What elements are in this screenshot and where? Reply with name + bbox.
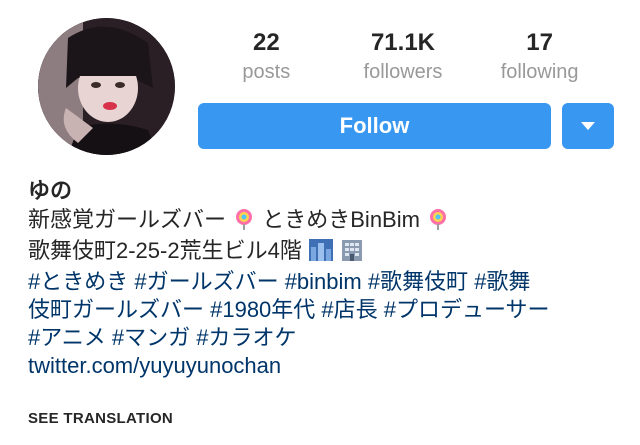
posts-count: 22 [252, 29, 280, 56]
bio-line-2: 歌舞伎町2-25-2荒生ビル4階 [28, 237, 628, 268]
following-label: following [500, 61, 579, 83]
hashtag-line[interactable]: 伎町ガールズバー #1980年代 #店長 #プロデューサー [28, 296, 628, 324]
bio-website-link[interactable]: twitter.com/yuyuyunochan [28, 352, 628, 380]
cityscape-icon [308, 239, 333, 268]
posts-stat[interactable]: 22 posts [206, 28, 326, 84]
caret-down-icon [581, 122, 595, 130]
profile-name: ゆの [28, 178, 73, 203]
bio-line-1-text-b: ときめきBinBim [256, 207, 420, 232]
avatar-image [38, 18, 175, 155]
office-building-icon [341, 239, 363, 268]
followers-count: 71.1K [370, 29, 435, 56]
bio-line-1-text-a: 新感覚ガールズバー [28, 207, 227, 232]
following-stat[interactable]: 17 following [480, 28, 600, 84]
following-count: 17 [526, 29, 553, 56]
hashtag-line[interactable]: #アニメ #マンガ #カラオケ [28, 324, 628, 352]
lollipop-icon [233, 208, 255, 237]
bio-hashtags: #ときめき #ガールズバー #binbim #歌舞伎町 #歌舞 伎町ガールズバー… [28, 268, 628, 352]
see-translation-button[interactable]: SEE TRANSLATION [28, 410, 173, 427]
followers-label: followers [363, 61, 443, 83]
hashtag-line[interactable]: #ときめき #ガールズバー #binbim #歌舞伎町 #歌舞 [28, 268, 628, 296]
profile-avatar[interactable] [38, 18, 175, 155]
suggested-accounts-dropdown-button[interactable] [562, 103, 614, 149]
bio-line-2-text: 歌舞伎町2-25-2荒生ビル4階 [28, 238, 302, 263]
bio-line-1: 新感覚ガールズバー ときめきBinBim [28, 206, 628, 237]
profile-bio: ゆの 新感覚ガールズバー ときめきBinBim 歌舞伎町2-25-2荒生ビル4階 [28, 176, 628, 380]
profile-stats: 22 posts 71.1K followers 17 following [198, 28, 608, 84]
posts-label: posts [242, 61, 291, 83]
followers-stat[interactable]: 71.1K followers [343, 28, 463, 84]
lollipop-icon [427, 208, 449, 237]
follow-button[interactable]: Follow [198, 103, 551, 149]
